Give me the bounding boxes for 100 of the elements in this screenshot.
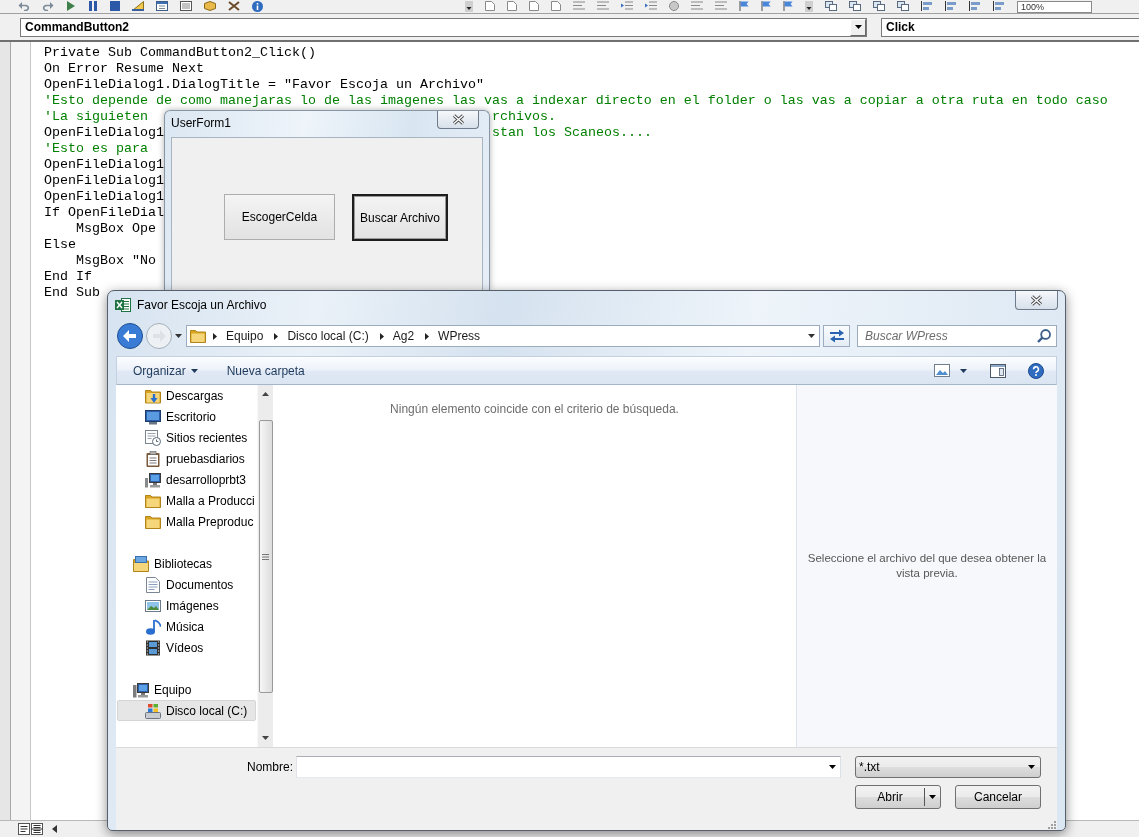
breadcrumb[interactable]: Ag2 [392,329,415,343]
undo-icon[interactable] [18,1,30,11]
stacked-squares-icon[interactable] [897,1,909,11]
nav-item[interactable]: Malla a Producci [117,490,256,511]
breadcrumb-arrow-icon[interactable] [425,332,430,340]
code-comment: rchivos. [492,109,556,125]
flag-icon[interactable] [761,1,771,11]
info-icon[interactable] [252,1,263,12]
help-icon[interactable] [1028,362,1044,379]
zoom-combo[interactable]: 100% [1017,1,1092,13]
nav-item[interactable]: Imágenes [117,595,256,616]
play-icon[interactable] [66,1,76,11]
code-line: MsgBox "No [75,253,156,268]
caret-icon[interactable] [175,334,182,338]
caret-icon[interactable] [829,765,836,769]
form-button[interactable]: Buscar Archivo [352,194,448,241]
command-button[interactable]: Nueva carpeta [218,359,313,382]
nav-item[interactable]: Escritorio [117,406,256,427]
film-strip-icon [145,639,161,656]
circle-icon[interactable] [669,1,679,11]
nav-item[interactable]: Documentos [117,574,256,595]
breadcrumb[interactable]: WPress [438,329,481,343]
align-left-icon[interactable] [945,1,957,11]
nav-item[interactable]: pruebasdiarios [117,448,256,469]
align-left-icon[interactable] [921,1,933,11]
text-lines-icon[interactable] [573,1,585,10]
page-icon[interactable] [485,1,495,11]
nav-item[interactable]: Malla Preproduc [117,511,256,532]
align-left-icon[interactable] [969,1,981,11]
scrollbar-thumb[interactable] [258,420,273,693]
ruler-triangle-icon[interactable] [132,1,144,11]
command-button[interactable]: Organizar [125,359,206,382]
nav-item[interactable]: Descargas [117,385,256,406]
object-combo[interactable]: CommandButton2 [20,17,867,37]
page-icon[interactable] [507,1,517,11]
empty-message: Ningún elemento coincide con el criterio de búsqueda. [390,402,679,416]
window-panel-icon[interactable] [990,363,1006,378]
resize-grip-icon[interactable] [1048,821,1056,829]
breadcrumb[interactable]: Equipo [226,329,264,343]
redo-icon[interactable] [42,1,54,11]
page-icon[interactable] [551,1,561,11]
form-button[interactable]: EscogerCelda [224,194,335,240]
toolbar-options-icon[interactable] [465,1,473,12]
text-lines-icon[interactable] [715,1,727,10]
page-icon[interactable] [529,1,539,11]
breadcrumb-arrow-icon[interactable] [379,332,384,340]
pause-icon[interactable] [88,1,98,11]
close-icon [1030,294,1043,306]
window-icon[interactable] [156,1,168,11]
music-note-icon [145,618,161,635]
list-window-icon[interactable] [180,1,192,11]
close-button[interactable] [1015,291,1058,310]
text-lines-icon[interactable] [597,1,609,10]
back-icon[interactable] [117,323,143,349]
nav-item[interactable]: Disco local (C:) [117,700,256,721]
code-line: OpenFileDialog1.DialogTitle = "Favor Escoja un Archivo" [44,77,484,92]
search-icon[interactable] [1037,329,1051,343]
breadcrumb-arrow-icon[interactable] [213,332,217,340]
library-folder-icon [133,555,149,572]
left-arrow-icon[interactable] [52,825,57,833]
open-button[interactable]: Abrir [855,785,941,809]
stacked-squares-icon[interactable] [849,1,861,11]
nav-item[interactable]: Música [117,616,256,637]
text-box-icon[interactable] [18,823,30,835]
split-text-box-icon[interactable] [31,823,43,835]
search-field[interactable]: Buscar WPress [857,325,1057,347]
dialog-button[interactable]: Cancelar [955,785,1041,809]
hexagon-icon[interactable] [204,1,216,11]
nav-item[interactable]: Equipo [117,679,256,700]
refresh-button[interactable] [823,325,850,347]
flag-icon[interactable] [739,1,749,11]
toolbar-options-icon[interactable] [805,1,813,12]
address-bar[interactable]: Equipo Disco local (C:) Ag2 WPress [186,325,820,347]
clipboard-icon [145,450,161,467]
nav-item[interactable]: Vídeos [117,637,256,658]
scroll-down-icon[interactable] [262,736,269,740]
breadcrumb-arrow-icon[interactable] [274,332,279,340]
dropdown-button[interactable] [850,18,866,36]
stacked-squares-icon[interactable] [825,1,837,11]
flag-icon[interactable] [783,1,793,11]
indent-icon[interactable] [621,1,633,11]
scroll-up-icon[interactable] [262,392,269,396]
crossed-sticks-icon[interactable] [228,1,240,11]
procedure-combo[interactable]: Click [881,17,1139,37]
align-left-icon[interactable] [993,1,1005,11]
breadcrumb[interactable]: Disco local (C:) [287,329,369,343]
folder-icon [145,514,161,529]
code-line: OpenFileDialog1 [44,157,164,172]
filename-field[interactable] [296,756,841,778]
nav-item[interactable]: Bibliotecas [117,553,256,574]
desktop-icon [145,408,161,425]
stacked-squares-icon[interactable] [873,1,885,11]
file-type-combo[interactable]: *.txt [855,756,1041,778]
caret-icon[interactable] [808,334,815,338]
nav-item[interactable]: Sitios recientes [117,427,256,448]
nav-item[interactable]: desarrolloprbt3 [117,469,256,490]
close-button[interactable] [437,111,479,129]
indent-icon[interactable] [645,1,657,11]
text-lines-icon[interactable] [691,1,703,10]
code-comment: 'Esto depende de como manejaras lo de las imagenes las vas a indexar directo en el folder o las vas a copiar a otra ruta en todo caso [44,93,1108,108]
